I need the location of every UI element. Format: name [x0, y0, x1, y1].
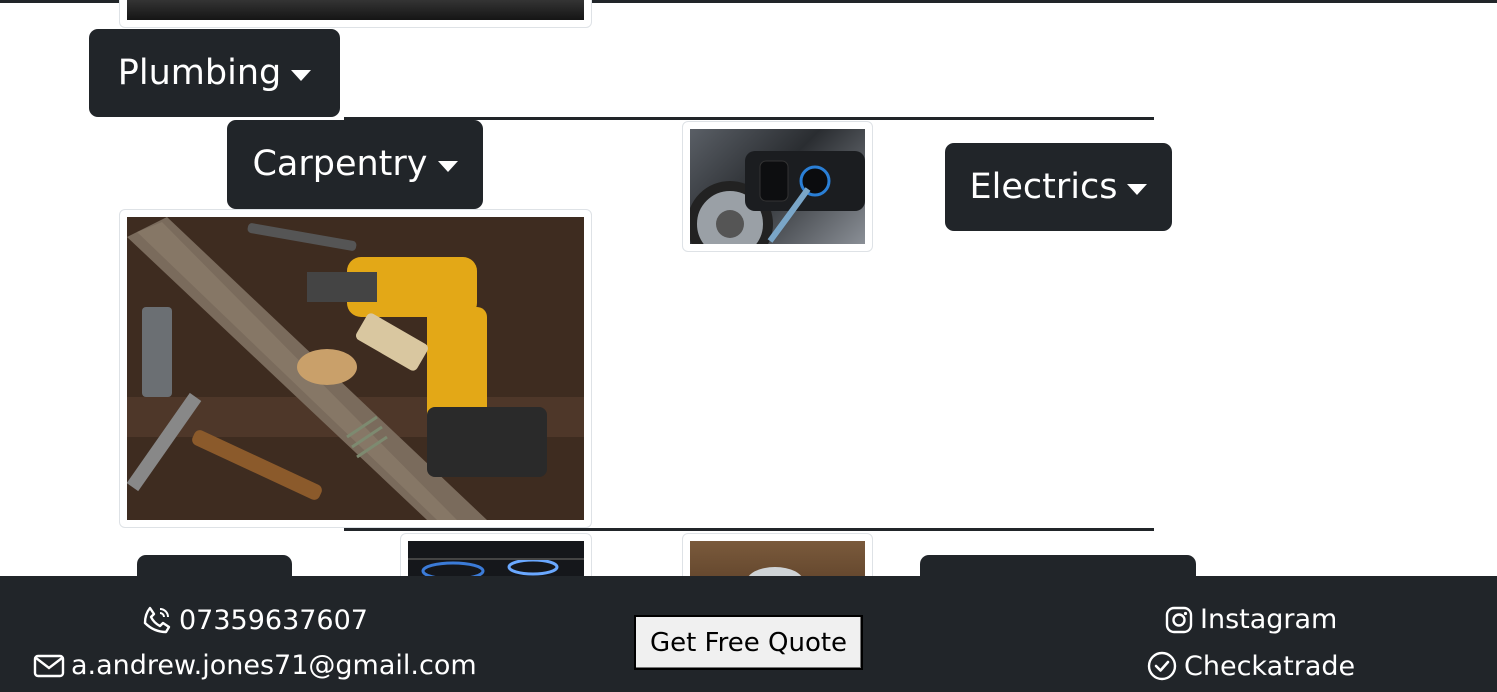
- section-divider: [344, 528, 1154, 531]
- top-partial-image: [119, 0, 592, 28]
- caret-down-icon: [437, 161, 458, 172]
- plumbing-dropdown-button[interactable]: Plumbing: [89, 29, 340, 117]
- phone-link[interactable]: 07359637607: [141, 604, 368, 636]
- plumbing-label: Plumbing: [117, 52, 282, 93]
- check-circle-icon: [1147, 651, 1177, 681]
- checkatrade-label: Checkatrade: [1184, 650, 1356, 682]
- get-free-quote-button[interactable]: Get Free Quote: [634, 615, 863, 670]
- caret-down-icon: [291, 69, 312, 81]
- phone-icon: [143, 606, 171, 634]
- instagram-icon: [1165, 606, 1193, 633]
- carpentry-label: Carpentry: [252, 144, 428, 184]
- ev-charger-image: [682, 121, 873, 252]
- caret-down-icon: [1127, 183, 1148, 195]
- envelope-icon: [33, 654, 65, 677]
- phone-number: 07359637607: [179, 604, 368, 636]
- carpentry-dropdown-button[interactable]: Carpentry: [227, 120, 483, 209]
- instagram-label: Instagram: [1200, 604, 1338, 635]
- email-link[interactable]: a.andrew.jones71@gmail.com: [33, 650, 477, 681]
- checkatrade-link[interactable]: Checkatrade: [1146, 650, 1355, 682]
- instagram-link[interactable]: Instagram: [1164, 604, 1337, 635]
- electrics-label: Electrics: [969, 166, 1118, 207]
- email-address: a.andrew.jones71@gmail.com: [71, 650, 477, 681]
- carpentry-tools-image: [119, 209, 592, 528]
- electrics-dropdown-button[interactable]: Electrics: [945, 143, 1172, 231]
- footer: 07359637607 a.andrew.jones71@gmail.com G…: [0, 576, 1497, 692]
